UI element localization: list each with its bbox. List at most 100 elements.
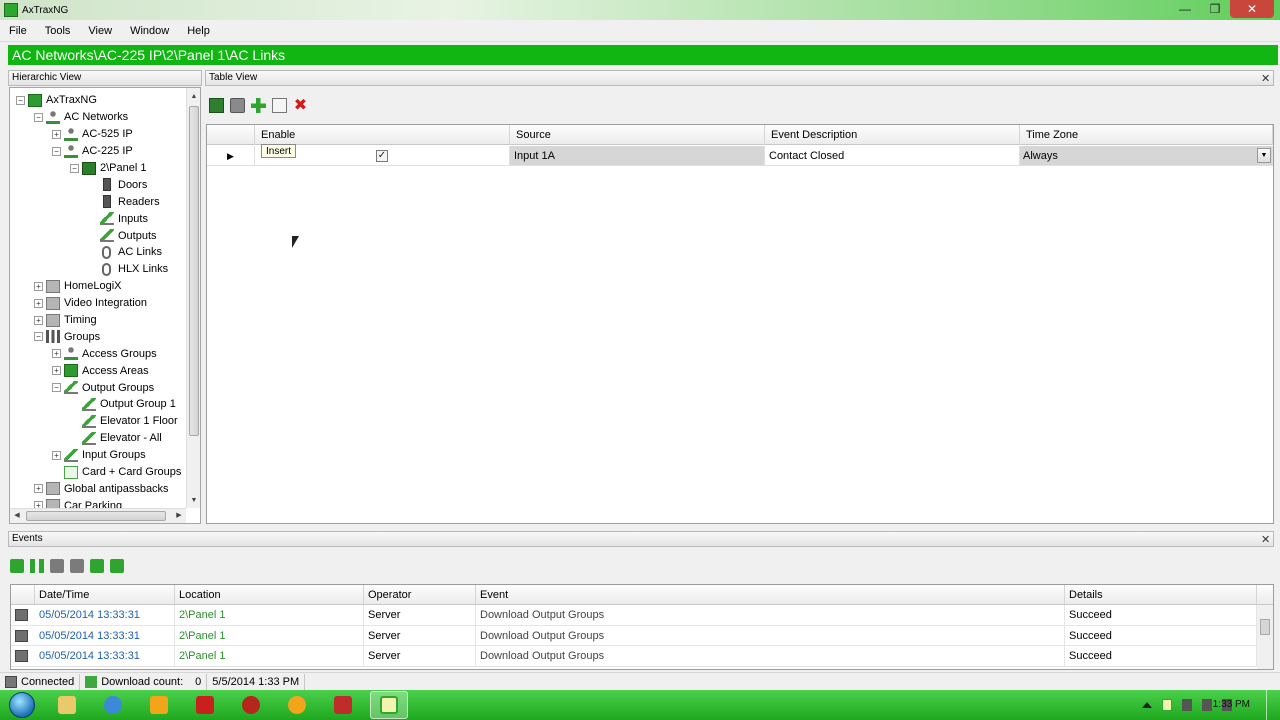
column-event-description[interactable]: Event Description [765, 125, 1020, 145]
tree-item[interactable]: − AC Networks [10, 109, 186, 126]
time-zone-cell[interactable]: Always ▼ [1020, 146, 1273, 166]
tree-item[interactable]: + Access Groups [10, 345, 186, 362]
column-event[interactable]: Event [476, 585, 1065, 604]
collapse-icon[interactable]: − [70, 163, 79, 173]
column-time-zone[interactable]: Time Zone [1020, 125, 1273, 145]
tree-item[interactable]: Doors [10, 176, 186, 193]
minimize-icon[interactable]: — [1170, 0, 1200, 18]
tree-item[interactable]: Outputs [10, 227, 186, 244]
restore-icon[interactable]: ❐ [1200, 0, 1230, 18]
tree-item[interactable]: − 2\Panel 1 [10, 160, 186, 177]
events-export-icon[interactable] [90, 559, 104, 573]
tree-item[interactable]: + HomeLogiX [10, 278, 186, 295]
table-row[interactable]: 05/05/2014 13:33:31 2\Panel 1 Server Downlo… [11, 625, 1273, 646]
scroll-thumb-horizontal[interactable] [26, 511, 166, 521]
column-details[interactable]: Details [1065, 585, 1257, 604]
events-scrollbar[interactable] [1257, 605, 1273, 669]
events-scroll-thumb[interactable] [1260, 619, 1270, 635]
menu-file[interactable]: File [0, 25, 36, 37]
taskbar-explorer[interactable] [48, 691, 86, 719]
taskbar-outlook[interactable] [140, 691, 178, 719]
delete-icon[interactable]: ✖ [293, 97, 308, 113]
menu-tools[interactable]: Tools [36, 25, 80, 37]
table-view-close-icon[interactable]: ✕ [1261, 72, 1270, 85]
column-location[interactable]: Location [175, 585, 364, 604]
expand-icon[interactable]: + [34, 281, 43, 291]
taskbar-app7[interactable] [324, 691, 362, 719]
scroll-right-icon[interactable]: ▶ [172, 509, 186, 523]
column-operator[interactable]: Operator [364, 585, 476, 604]
events-print-icon[interactable] [70, 559, 84, 573]
close-icon[interactable]: ✕ [1230, 0, 1274, 18]
events-clear-icon[interactable] [50, 559, 64, 573]
tree-item[interactable]: + Timing [10, 312, 186, 329]
expand-icon[interactable]: + [52, 129, 61, 139]
collapse-icon[interactable]: − [16, 95, 25, 105]
tree-item[interactable]: Card + Card Groups [10, 464, 186, 481]
event-description-cell[interactable]: Contact Closed [765, 146, 1020, 166]
column-source[interactable]: Source [510, 125, 765, 145]
start-button[interactable] [0, 690, 44, 720]
flag-icon[interactable] [110, 559, 124, 573]
expand-icon[interactable]: + [34, 298, 43, 308]
tray-flag-icon[interactable] [1202, 699, 1212, 711]
tree-item[interactable]: Readers [10, 193, 186, 210]
collapse-icon[interactable]: − [52, 383, 61, 393]
tree-item[interactable]: Inputs [10, 210, 186, 227]
menu-view[interactable]: View [79, 25, 121, 37]
scroll-thumb[interactable] [189, 106, 199, 436]
menu-window[interactable]: Window [121, 25, 178, 37]
expand-icon[interactable]: + [34, 484, 43, 494]
tray-axtrax-icon[interactable] [1162, 699, 1172, 711]
tray-expand-icon[interactable] [1142, 702, 1152, 708]
taskbar-app6[interactable] [278, 691, 316, 719]
collapse-icon[interactable]: − [34, 332, 43, 342]
tree-horizontal-scrollbar[interactable]: ◀ ▶ [10, 508, 186, 523]
tree-item[interactable]: + Global antipassbacks [10, 480, 186, 497]
edit-icon[interactable] [272, 97, 287, 113]
tree-item[interactable]: + Video Integration [10, 295, 186, 312]
scroll-up-icon[interactable]: ▲ [187, 90, 200, 104]
save-icon[interactable] [209, 97, 224, 113]
events-close-icon[interactable]: ✕ [1261, 533, 1270, 546]
tree-item[interactable]: Elevator - All [10, 430, 186, 447]
tree-vertical-scrollbar[interactable]: ▲ ▼ [186, 88, 200, 508]
pause-icon[interactable] [30, 559, 44, 573]
tree-item[interactable]: − AxTraxNG [10, 92, 186, 109]
taskbar-acrobat[interactable] [186, 691, 224, 719]
scroll-left-icon[interactable]: ◀ [10, 509, 24, 523]
chevron-down-icon[interactable]: ▼ [1257, 148, 1271, 163]
time-zone-select[interactable]: Always [1020, 146, 1272, 166]
taskbar-axtraxng[interactable] [370, 691, 408, 719]
tree-item[interactable]: Output Group 1 [10, 396, 186, 413]
enable-checkbox[interactable]: ✓ [376, 150, 388, 162]
show-desktop-button[interactable] [1266, 690, 1280, 720]
tree-item[interactable]: Elevator 1 Floor [10, 413, 186, 430]
tree-item[interactable]: HLX Links [10, 261, 186, 278]
tree-item[interactable]: − AC-225 IP [10, 143, 186, 160]
tray-network-icon[interactable] [1182, 699, 1192, 711]
expand-icon[interactable]: + [52, 450, 61, 460]
events-filter-icon[interactable] [10, 559, 24, 573]
column-date-time[interactable]: Date/Time [35, 585, 175, 604]
print-icon[interactable] [230, 97, 245, 113]
source-cell[interactable]: Input 1A [510, 146, 765, 166]
scroll-down-icon[interactable]: ▼ [187, 494, 200, 508]
tree-item[interactable]: + AC-525 IP [10, 126, 186, 143]
collapse-icon[interactable]: − [34, 112, 43, 122]
taskbar-clock[interactable]: 1:33 PM [1213, 690, 1250, 720]
tree-item[interactable]: − Output Groups [10, 379, 186, 396]
menu-help[interactable]: Help [178, 25, 219, 37]
table-row[interactable]: ▶ ✓ Input 1A Contact Closed Always ▼ [207, 146, 1273, 166]
expand-icon[interactable]: + [34, 315, 43, 325]
tree-item[interactable]: + Access Areas [10, 362, 186, 379]
table-row[interactable]: 05/05/2014 13:33:31 2\Panel 1 Server Downlo… [11, 646, 1273, 667]
taskbar-ie[interactable] [94, 691, 132, 719]
column-enable[interactable]: Enable [255, 125, 510, 145]
tree-item[interactable]: + Input Groups [10, 447, 186, 464]
expand-icon[interactable]: + [52, 349, 61, 359]
expand-icon[interactable]: + [52, 366, 61, 376]
taskbar-app5[interactable] [232, 691, 270, 719]
tree-item[interactable]: AC Links [10, 244, 186, 261]
add-icon[interactable] [251, 97, 266, 113]
